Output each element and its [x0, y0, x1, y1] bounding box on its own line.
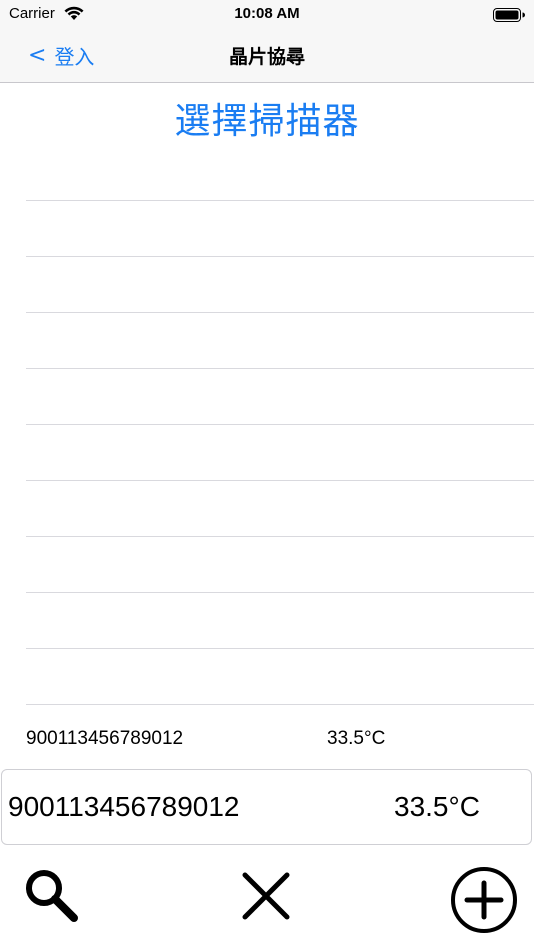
table-row[interactable] [26, 257, 534, 313]
temperature-label: 33.5°C [327, 728, 386, 749]
clear-button[interactable] [240, 870, 292, 926]
table-row[interactable] [26, 313, 534, 369]
select-scanner-button[interactable]: 選擇掃描器 [0, 92, 534, 144]
table-row[interactable] [26, 425, 534, 481]
navigation-bar: < 登入 晶片協尋 [0, 28, 534, 83]
close-icon [240, 872, 292, 926]
table-row[interactable] [26, 593, 534, 649]
table-row[interactable] [26, 649, 534, 705]
current-reading-panel: 900113456789012 33.5°C [1, 769, 532, 845]
search-button[interactable] [22, 866, 82, 930]
table-row[interactable] [26, 481, 534, 537]
reading-temperature: 33.5°C [394, 791, 480, 822]
scanner-list [26, 145, 534, 705]
chip-id-label: 900113456789012 [26, 728, 184, 749]
battery-icon [493, 7, 525, 26]
table-row[interactable] [26, 145, 534, 201]
table-row[interactable] [26, 201, 534, 257]
add-circle-icon [449, 867, 519, 939]
page-title: 晶片協尋 [228, 46, 305, 68]
add-button[interactable] [449, 865, 519, 939]
table-row[interactable] [26, 369, 534, 425]
status-bar: Carrier 10:08 AM [0, 0, 534, 28]
search-icon [22, 870, 82, 930]
reading-chip-id: 900113456789012 [8, 791, 240, 822]
bottom-toolbar [0, 860, 534, 940]
status-time: 10:08 AM [234, 5, 300, 22]
table-row[interactable] [26, 537, 534, 593]
